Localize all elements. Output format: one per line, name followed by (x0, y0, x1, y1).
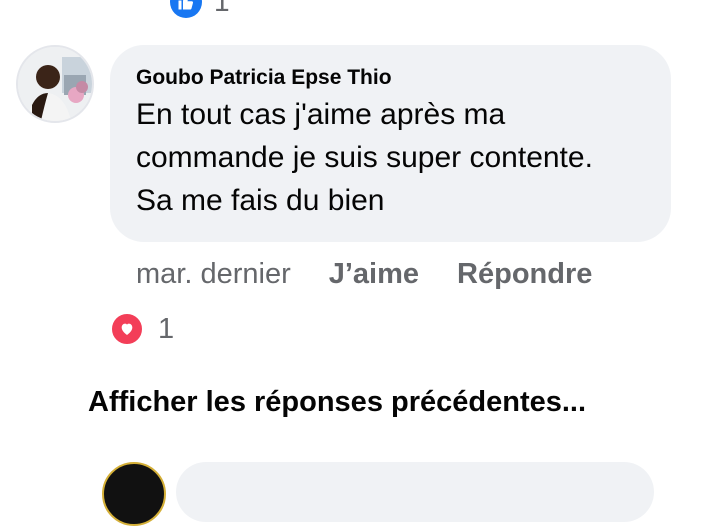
thumbs-up-icon (170, 0, 202, 18)
user-avatar-icon (18, 47, 92, 121)
comment-text: En tout cas j'aime après ma commande je … (136, 93, 645, 222)
comment-line: Sa me fais du bien (136, 184, 385, 217)
avatar[interactable] (16, 45, 94, 123)
next-comment-avatar[interactable] (102, 462, 166, 526)
comment-line: commande je suis super contente. (136, 141, 593, 174)
comment-author[interactable]: Goubo Patricia Epse Thio (136, 65, 645, 91)
comment-line: En tout cas j'aime après ma (136, 98, 506, 131)
comment-actions: mar. dernier J’aime Répondre (136, 258, 592, 291)
reply-button[interactable]: Répondre (457, 258, 592, 291)
like-button[interactable]: J’aime (329, 258, 419, 291)
comment-timestamp[interactable]: mar. dernier (136, 258, 291, 291)
like-count: 1 (214, 0, 230, 17)
show-previous-replies-link[interactable]: Afficher les réponses précédentes... (88, 386, 586, 419)
heart-icon (110, 312, 144, 346)
comment-reactions[interactable]: 1 (110, 312, 174, 346)
previous-comment-reactions[interactable]: 1 (170, 0, 230, 18)
comment-bubble[interactable]: Goubo Patricia Epse Thio En tout cas j'a… (110, 45, 671, 242)
next-comment-bubble[interactable] (176, 462, 654, 522)
reaction-count: 1 (158, 312, 175, 345)
